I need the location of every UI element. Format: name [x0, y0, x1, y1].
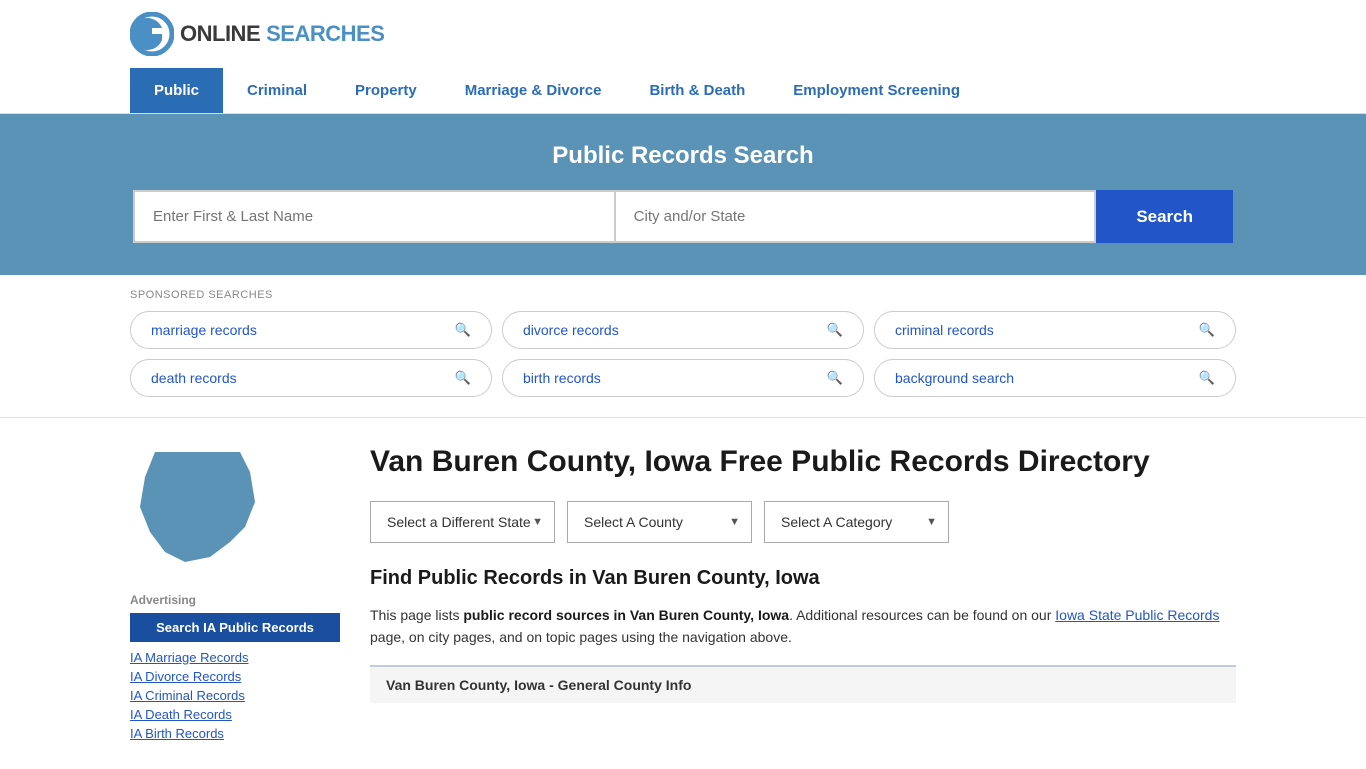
- sidebar-link-criminal[interactable]: IA Criminal Records: [130, 688, 340, 703]
- sidebar-link-birth[interactable]: IA Birth Records: [130, 726, 340, 741]
- search-button[interactable]: Search: [1096, 190, 1233, 243]
- sponsored-item-divorce[interactable]: divorce records 🔍: [502, 311, 864, 349]
- page-title: Van Buren County, Iowa Free Public Recor…: [370, 442, 1236, 481]
- sponsored-item-label: death records: [151, 370, 237, 386]
- name-search-input[interactable]: [133, 190, 615, 243]
- logo-searches: SEARCHES: [266, 21, 384, 47]
- nav-item-employment[interactable]: Employment Screening: [769, 68, 984, 113]
- content-area: Van Buren County, Iowa Free Public Recor…: [370, 442, 1236, 745]
- nav-item-birth-death[interactable]: Birth & Death: [625, 68, 769, 113]
- sponsored-label: SPONSORED SEARCHES: [130, 289, 1236, 301]
- sponsored-item-criminal[interactable]: criminal records 🔍: [874, 311, 1236, 349]
- sponsored-item-label: background search: [895, 370, 1014, 386]
- hero-title: Public Records Search: [130, 142, 1236, 170]
- bold-text: public record sources in Van Buren Count…: [463, 607, 789, 623]
- search-icon: 🔍: [827, 370, 843, 386]
- category-dropdown[interactable]: Select A Category: [764, 501, 949, 543]
- category-dropdown-wrapper: Select A Category: [764, 501, 949, 543]
- search-icon: 🔍: [1199, 370, 1215, 386]
- sidebar-link-death[interactable]: IA Death Records: [130, 707, 340, 722]
- search-icon: 🔍: [455, 322, 471, 338]
- sponsored-item-marriage[interactable]: marriage records 🔍: [130, 311, 492, 349]
- desc-mid: . Additional resources can be found on o…: [789, 607, 1055, 623]
- sponsored-grid: marriage records 🔍 divorce records 🔍 cri…: [130, 311, 1236, 397]
- nav-item-property[interactable]: Property: [331, 68, 441, 113]
- dropdowns-row: Select a Different State Select A County…: [370, 501, 1236, 543]
- sponsored-item-label: divorce records: [523, 322, 619, 338]
- search-icon: 🔍: [827, 322, 843, 338]
- sponsored-item-birth[interactable]: birth records 🔍: [502, 359, 864, 397]
- sponsored-item-background[interactable]: background search 🔍: [874, 359, 1236, 397]
- desc-end: page, on city pages, and on topic pages …: [370, 629, 792, 645]
- sidebar: Advertising Search IA Public Records IA …: [130, 442, 340, 745]
- sidebar-search-btn[interactable]: Search IA Public Records: [130, 613, 340, 642]
- county-dropdown[interactable]: Select A County: [567, 501, 752, 543]
- sponsored-item-label: criminal records: [895, 322, 994, 338]
- nav-item-marriage-divorce[interactable]: Marriage & Divorce: [441, 68, 626, 113]
- iowa-state-map: [130, 442, 270, 572]
- logo[interactable]: ONLINESEARCHES: [130, 12, 384, 56]
- logo-icon: [130, 12, 174, 56]
- sponsored-section: SPONSORED SEARCHES marriage records 🔍 di…: [0, 275, 1366, 418]
- main-content: Advertising Search IA Public Records IA …: [0, 418, 1366, 769]
- search-icon: 🔍: [1199, 322, 1215, 338]
- sidebar-ads-label: Advertising: [130, 593, 340, 607]
- nav-item-criminal[interactable]: Criminal: [223, 68, 331, 113]
- hero-section: Public Records Search Search: [0, 114, 1366, 275]
- main-nav: Public Criminal Property Marriage & Divo…: [0, 68, 1366, 114]
- description-text: This page lists public record sources in…: [370, 604, 1236, 649]
- section-title: Find Public Records in Van Buren County,…: [370, 567, 1236, 590]
- county-dropdown-wrapper: Select A County: [567, 501, 752, 543]
- sidebar-link-marriage[interactable]: IA Marriage Records: [130, 650, 340, 665]
- header: ONLINESEARCHES: [0, 0, 1366, 68]
- sponsored-item-label: birth records: [523, 370, 601, 386]
- city-state-search-input[interactable]: [615, 190, 1097, 243]
- logo-online: ONLINE: [180, 21, 260, 47]
- nav-item-public[interactable]: Public: [130, 68, 223, 113]
- state-dropdown-wrapper: Select a Different State: [370, 501, 555, 543]
- search-icon: 🔍: [455, 370, 471, 386]
- search-bar: Search: [133, 190, 1233, 243]
- state-dropdown[interactable]: Select a Different State: [370, 501, 555, 543]
- sponsored-item-label: marriage records: [151, 322, 257, 338]
- iowa-state-link[interactable]: Iowa State Public Records: [1055, 607, 1219, 623]
- sidebar-link-divorce[interactable]: IA Divorce Records: [130, 669, 340, 684]
- county-info-bar: Van Buren County, Iowa - General County …: [370, 665, 1236, 703]
- sponsored-item-death[interactable]: death records 🔍: [130, 359, 492, 397]
